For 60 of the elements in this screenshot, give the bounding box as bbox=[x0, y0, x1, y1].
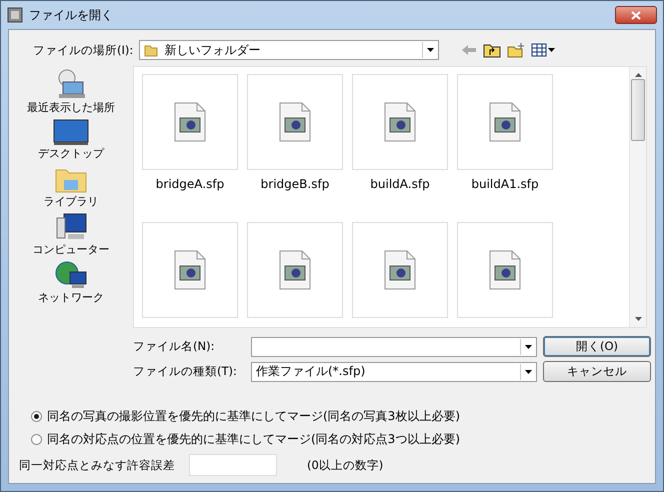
view-menu-icon bbox=[531, 43, 556, 57]
camera-file-icon bbox=[489, 102, 521, 142]
desktop-icon bbox=[53, 118, 89, 146]
tolerance-field[interactable] bbox=[189, 454, 277, 476]
camera-file-icon bbox=[279, 102, 311, 142]
location-label: ファイルの場所(I): bbox=[33, 42, 134, 58]
place-item[interactable]: 最近表示した場所 bbox=[27, 68, 115, 115]
place-item[interactable]: コンピューター bbox=[32, 212, 110, 257]
camera-file-icon bbox=[174, 250, 206, 290]
file-thumbnail[interactable] bbox=[352, 74, 448, 170]
scroll-thumb[interactable] bbox=[631, 79, 645, 141]
radio-button[interactable] bbox=[31, 434, 42, 445]
tolerance-note: (0以上の数字) bbox=[307, 458, 384, 472]
camera-file-icon bbox=[279, 250, 311, 290]
file-thumbnail[interactable] bbox=[457, 222, 553, 318]
up-folder-icon bbox=[483, 42, 502, 58]
file-name[interactable]: bridgeB.sfp bbox=[260, 177, 330, 191]
cancel-button[interactable]: キャンセル bbox=[543, 361, 651, 382]
merge-option[interactable]: 同名の対応点の位置を優先的に基準にしてマージ(同名の対応点3つ以上必要) bbox=[31, 431, 647, 448]
file-thumbnail[interactable] bbox=[247, 74, 343, 170]
camera-file-icon bbox=[384, 250, 416, 290]
open-button[interactable]: 開く(O) bbox=[543, 336, 651, 357]
radio-button[interactable] bbox=[31, 411, 42, 422]
computer-icon bbox=[54, 212, 88, 242]
file-thumbnail[interactable] bbox=[352, 222, 448, 318]
place-item[interactable]: ネットワーク bbox=[38, 260, 104, 305]
place-item[interactable]: デスクトップ bbox=[38, 118, 104, 161]
location-value: 新しいフォルダー bbox=[164, 42, 260, 58]
file-thumbnail[interactable] bbox=[457, 74, 553, 170]
file-name[interactable]: bridgeA.sfp bbox=[156, 177, 224, 191]
app-icon bbox=[7, 7, 23, 23]
back-arrow-icon bbox=[461, 44, 478, 56]
close-icon bbox=[631, 10, 641, 20]
merge-option[interactable]: 同名の写真の撮影位置を優先的に基準にしてマージ(同名の写真3枚以上必要) bbox=[31, 408, 647, 425]
close-button[interactable] bbox=[615, 6, 657, 24]
new-folder-icon bbox=[507, 42, 526, 58]
network-globe-icon bbox=[54, 260, 88, 290]
camera-file-icon bbox=[174, 102, 206, 142]
file-name[interactable]: buildA1.sfp bbox=[471, 177, 539, 191]
file-thumbnail[interactable] bbox=[247, 222, 343, 318]
dropdown-caret-icon bbox=[525, 344, 532, 348]
scroll-down-icon bbox=[634, 317, 642, 321]
file-type-dropdown[interactable]: 作業ファイル(*.sfp) bbox=[251, 362, 537, 382]
file-name[interactable]: buildA.sfp bbox=[370, 177, 430, 191]
dropdown-caret-icon bbox=[525, 370, 532, 374]
file-name-label: ファイル名(N): bbox=[133, 339, 216, 354]
file-type-label: ファイルの種類(T): bbox=[133, 364, 238, 379]
place-item[interactable]: ライブラリ bbox=[44, 164, 98, 209]
dropdown-caret-icon bbox=[427, 48, 434, 52]
window-title: ファイルを開く bbox=[29, 6, 113, 24]
folder-icon bbox=[144, 43, 158, 57]
file-name-field[interactable] bbox=[251, 336, 537, 356]
tolerance-label: 同一対応点とみなす許容誤差 bbox=[19, 458, 175, 472]
file-thumbnail[interactable] bbox=[142, 74, 238, 170]
location-dropdown[interactable]: 新しいフォルダー bbox=[139, 40, 440, 60]
scrollbar[interactable] bbox=[629, 67, 646, 327]
file-thumbnail[interactable] bbox=[142, 222, 238, 318]
scroll-up-icon bbox=[634, 73, 642, 77]
camera-file-icon bbox=[489, 250, 521, 290]
camera-file-icon bbox=[384, 102, 416, 142]
